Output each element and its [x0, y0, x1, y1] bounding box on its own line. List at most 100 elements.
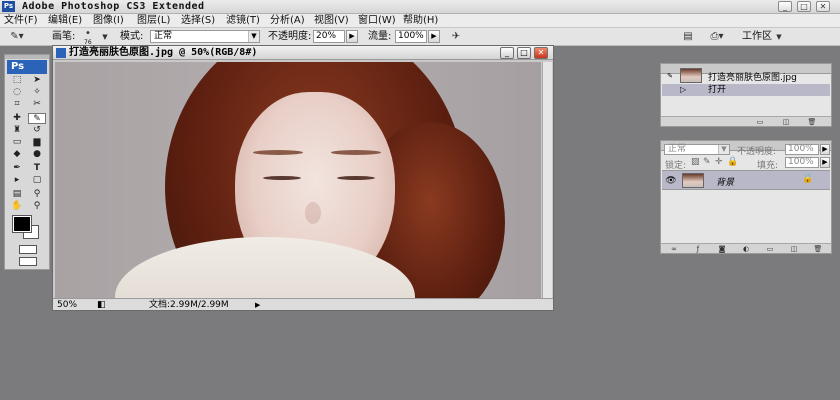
document-titlebar[interactable]: 打造亮丽肤色原图.jpg @ 50%(RGB/8#) _ □ ✕ [53, 46, 553, 60]
brush-label: 画笔: [52, 31, 76, 42]
eyedropper-tool-icon[interactable]: ⚲ [28, 189, 46, 200]
document-window: 打造亮丽肤色原图.jpg @ 50%(RGB/8#) _ □ ✕ 50% ◧ 文… [52, 45, 554, 311]
history-step-row[interactable]: ▷ 打开 [662, 84, 830, 96]
type-tool-icon[interactable]: T [28, 163, 46, 174]
lock-image-icon[interactable]: ✎ [703, 157, 711, 167]
layer-opacity-input[interactable]: 100% [785, 144, 819, 155]
eraser-tool-icon[interactable]: ▭ [8, 137, 26, 148]
palette-well-icon[interactable]: ▤ [680, 30, 696, 44]
blend-mode-chevron-icon: ▼ [718, 145, 729, 154]
lock-transparent-icon[interactable]: ▨ [691, 157, 700, 167]
flow-input[interactable]: 100% [395, 30, 427, 43]
menu-image[interactable]: 图像(I) [93, 14, 124, 28]
toolbox-grip[interactable] [5, 55, 49, 59]
lock-position-icon[interactable]: ✛ [715, 157, 723, 167]
lasso-tool-icon[interactable]: ◌ [8, 87, 26, 98]
fill-input[interactable]: 100% [785, 157, 819, 168]
new-document-from-state-icon[interactable]: ▭ [755, 118, 765, 126]
menu-edit[interactable]: 编辑(E) [48, 14, 82, 28]
gradient-tool-icon[interactable]: ▆ [28, 137, 46, 148]
document-title: 打造亮丽肤色原图.jpg @ 50%(RGB/8#) [69, 47, 258, 58]
document-minimize-button[interactable]: _ [500, 47, 514, 59]
maximize-button[interactable]: □ [797, 1, 811, 12]
crop-tool-icon[interactable]: ⌗ [8, 99, 26, 110]
layers-panel: 正常 ▼ 不透明度: 100% ▶ 锁定: ▨ ✎ ✛ 🔒 填充: 100% ▶… [660, 140, 832, 254]
history-brush-source-icon[interactable]: ✎ [663, 69, 677, 83]
image-canvas[interactable] [55, 62, 541, 299]
delete-layer-icon[interactable]: 🗑 [813, 245, 823, 253]
options-bar: ✎▾ 画笔: • 76 ▼ 模式: 正常 ▼ 不透明度: 20% ▶ 流量: 1… [0, 28, 840, 46]
brush-tool-preset-icon[interactable]: ✎▾ [4, 30, 30, 44]
menu-bar: 文件(F) 编辑(E) 图像(I) 图层(L) 选择(S) 滤镜(T) 分析(A… [0, 14, 840, 28]
dodge-tool-icon[interactable]: ● [28, 149, 46, 160]
new-snapshot-icon[interactable]: ◫ [781, 118, 791, 126]
document-vertical-scrollbar[interactable] [542, 62, 552, 299]
history-snapshot-row[interactable]: ✎ 打造亮丽肤色原图.jpg [662, 68, 830, 84]
slice-tool-icon[interactable]: ✂ [28, 99, 46, 110]
photo-nose [305, 202, 321, 224]
layer-visibility-eye-icon[interactable]: 👁 [664, 174, 678, 188]
clone-stamp-tool-icon[interactable]: ♜ [8, 125, 26, 136]
ps-app-icon: Ps [2, 1, 15, 12]
photo-right-eye [337, 176, 375, 180]
brush-tool-icon[interactable]: ✎ [28, 113, 46, 124]
brush-picker-chevron-icon[interactable]: ▼ [100, 30, 110, 44]
status-menu-arrow-icon[interactable]: ▶ [255, 299, 260, 311]
screen-mode-button[interactable] [19, 257, 37, 266]
photo-left-brow [253, 150, 303, 155]
hand-tool-icon[interactable]: ✋ [8, 201, 26, 212]
new-layer-icon[interactable]: ◫ [789, 245, 799, 253]
mode-label: 模式: [120, 31, 144, 42]
snapshot-thumbnail [680, 68, 702, 83]
history-panel-footer: ▭ ◫ 🗑 [661, 116, 831, 126]
notes-tool-icon[interactable]: ▤ [8, 189, 26, 200]
healing-brush-tool-icon[interactable]: ✚ [8, 113, 26, 124]
layer-mask-icon[interactable]: ◙ [717, 245, 727, 253]
move-tool-icon[interactable]: ➤ [28, 75, 46, 86]
fill-slider-button[interactable]: ▶ [820, 157, 830, 168]
workspace-chevron-icon[interactable]: ▼ [774, 30, 784, 44]
document-close-button[interactable]: ✕ [534, 47, 548, 59]
lock-all-icon[interactable]: 🔒 [727, 157, 738, 167]
pen-tool-icon[interactable]: ✒ [8, 163, 26, 174]
new-group-icon[interactable]: ▭ [765, 245, 775, 253]
foreground-color-swatch[interactable] [12, 215, 32, 233]
marquee-tool-icon[interactable]: ⬚ [8, 75, 26, 86]
magic-wand-tool-icon[interactable]: ✧ [28, 87, 46, 98]
airbrush-icon[interactable]: ✈ [448, 30, 464, 44]
document-maximize-button[interactable]: □ [517, 47, 531, 59]
status-icon[interactable]: ◧ [97, 299, 106, 311]
history-step-name: 打开 [708, 85, 727, 95]
flow-slider-button[interactable]: ▶ [428, 30, 440, 43]
blur-tool-icon[interactable]: ◆ [8, 149, 26, 160]
layer-style-icon[interactable]: ƒ [693, 245, 703, 253]
minimize-button[interactable]: _ [778, 1, 792, 12]
shape-tool-icon[interactable]: ▢ [28, 175, 46, 186]
menu-window[interactable]: 窗口(W) [358, 14, 396, 28]
delete-state-icon[interactable]: 🗑 [807, 118, 817, 126]
ps-logo: Ps [7, 60, 47, 74]
link-layers-icon[interactable]: ∞ [669, 245, 679, 253]
history-brush-tool-icon[interactable]: ↺ [28, 125, 46, 136]
quick-mask-button[interactable] [19, 245, 37, 254]
zoom-level[interactable]: 50% [57, 299, 77, 311]
menu-select[interactable]: 选择(S) [181, 14, 215, 28]
adjustment-layer-icon[interactable]: ◐ [741, 245, 751, 253]
opacity-input[interactable]: 20% [313, 30, 345, 43]
print-icon[interactable]: ⎙▾ [706, 30, 728, 44]
layer-row-background[interactable]: 👁 背景 🔒 [662, 170, 830, 190]
path-selection-tool-icon[interactable]: ▸ [8, 175, 26, 186]
zoom-tool-icon[interactable]: ⚲ [28, 201, 46, 212]
mode-select[interactable]: 正常 ▼ [150, 30, 260, 43]
layer-opacity-slider-button[interactable]: ▶ [820, 144, 830, 155]
menu-help[interactable]: 帮助(H) [403, 14, 438, 28]
menu-analysis[interactable]: 分析(A) [270, 14, 305, 28]
close-button[interactable]: ✕ [816, 1, 830, 12]
blend-mode-select[interactable]: 正常 ▼ [664, 144, 730, 155]
menu-filter[interactable]: 滤镜(T) [226, 14, 260, 28]
opacity-slider-button[interactable]: ▶ [346, 30, 358, 43]
menu-view[interactable]: 视图(V) [314, 14, 349, 28]
workspace-menu[interactable]: 工作区 [742, 28, 772, 46]
menu-layer[interactable]: 图层(L) [137, 14, 170, 28]
menu-file[interactable]: 文件(F) [4, 14, 38, 28]
